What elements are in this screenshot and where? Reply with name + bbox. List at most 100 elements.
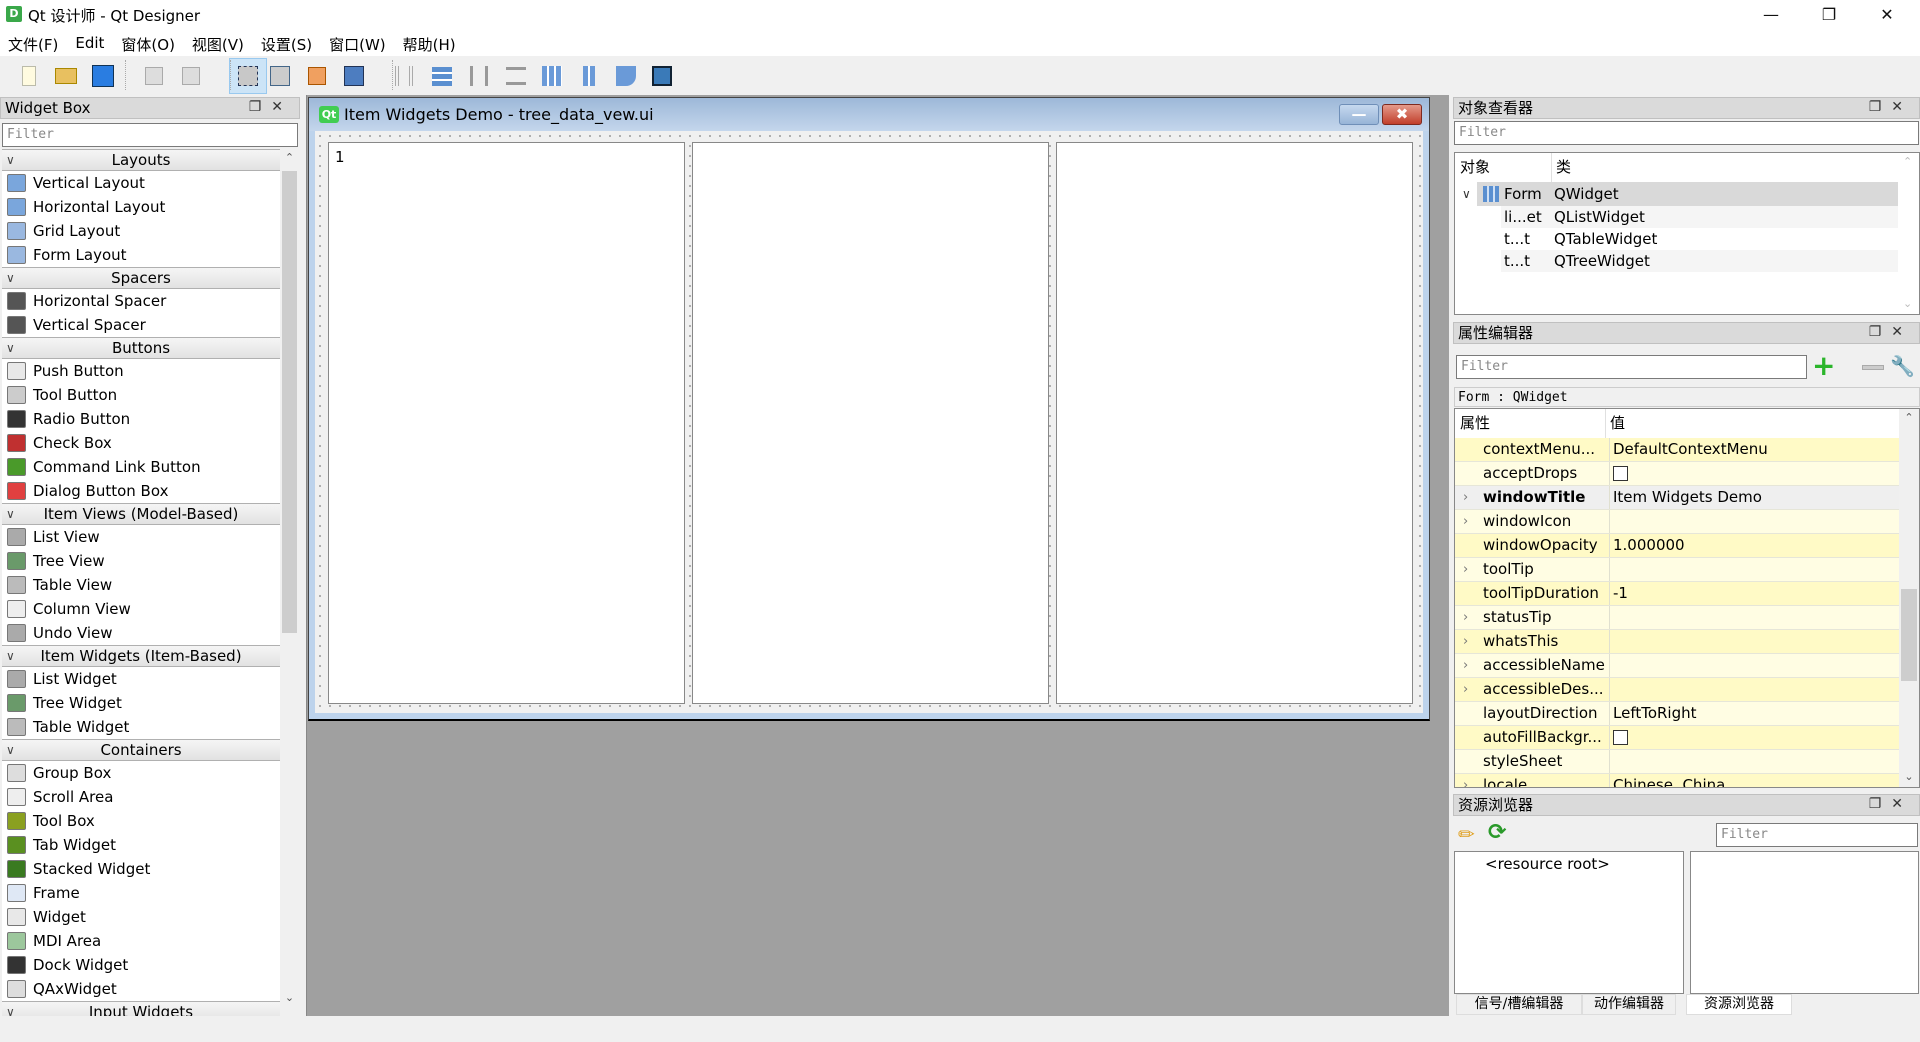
widget-item[interactable]: Dock Widget — [2, 953, 280, 977]
float-icon[interactable]: ❐ — [1869, 324, 1892, 340]
chevron-right-icon[interactable]: › — [1463, 774, 1468, 787]
widget-item[interactable]: QAxWidget — [2, 977, 280, 1001]
widget-box-scrollbar[interactable]: ⌃ ⌄ — [280, 149, 299, 1016]
widget-item[interactable]: Vertical Layout — [2, 171, 280, 195]
remove-property-icon[interactable] — [1862, 365, 1884, 370]
form-title-bar[interactable]: Qt Item Widgets Demo - tree_data_vew.ui … — [309, 98, 1429, 131]
property-value[interactable] — [1609, 726, 1899, 749]
minimize-icon[interactable]: — — [1748, 0, 1794, 29]
widget-item[interactable]: Horizontal Spacer — [2, 289, 280, 313]
widget-item[interactable]: MDI Area — [2, 929, 280, 953]
widget-item[interactable]: Tab Widget — [2, 833, 280, 857]
menu-item[interactable]: Edit — [75, 29, 112, 56]
float-icon[interactable]: ❐ — [1869, 796, 1892, 812]
widget-box-filter-input[interactable]: Filter — [2, 123, 298, 147]
widget-item[interactable]: Undo View — [2, 621, 280, 645]
chevron-right-icon[interactable]: › — [1463, 558, 1468, 581]
widget-item[interactable]: Tree View — [2, 549, 280, 573]
open-button[interactable] — [51, 61, 81, 91]
close-icon[interactable]: ✕ — [1891, 99, 1913, 115]
property-value[interactable] — [1609, 750, 1899, 773]
property-value[interactable]: 1.000000 — [1609, 534, 1899, 557]
col-property[interactable]: 属性 — [1460, 409, 1490, 438]
widget-item[interactable]: Scroll Area — [2, 785, 280, 809]
widget-category-header[interactable]: ∨ Containers — [2, 739, 280, 761]
table-widget[interactable] — [692, 142, 1049, 704]
widget-item[interactable]: Command Link Button — [2, 455, 280, 479]
menu-item[interactable]: 帮助(H) — [403, 29, 464, 56]
form-window[interactable]: Qt Item Widgets Demo - tree_data_vew.ui … — [308, 97, 1430, 721]
property-row[interactable]: styleSheet — [1455, 750, 1899, 774]
property-value[interactable] — [1609, 510, 1899, 533]
widget-category-header[interactable]: ∨ Item Widgets (Item-Based) — [2, 645, 280, 667]
property-row[interactable]: › accessibleDes... — [1455, 678, 1899, 702]
widget-item[interactable]: Grid Layout — [2, 219, 280, 243]
widget-category-header[interactable]: ∨ Buttons — [2, 337, 280, 359]
property-row[interactable]: › accessibleName — [1455, 654, 1899, 678]
chevron-right-icon[interactable]: › — [1463, 486, 1468, 509]
widget-item[interactable]: Check Box — [2, 431, 280, 455]
widget-category-header[interactable]: ∨ Spacers — [2, 267, 280, 289]
property-row[interactable]: › windowTitle Item Widgets Demo — [1455, 486, 1899, 510]
configure-icon[interactable]: 🔧 — [1890, 354, 1915, 378]
property-row[interactable]: windowOpacity 1.000000 — [1455, 534, 1899, 558]
property-value[interactable] — [1609, 678, 1899, 701]
layout-vertical-splitter-button[interactable] — [501, 61, 531, 91]
property-row[interactable]: › whatsThis — [1455, 630, 1899, 654]
property-value[interactable] — [1609, 606, 1899, 629]
widget-item[interactable]: Column View — [2, 597, 280, 621]
tab-signal-slot-editor[interactable]: 信号/槽编辑器 — [1456, 994, 1582, 1015]
widget-item[interactable]: Stacked Widget — [2, 857, 280, 881]
edit-resources-icon[interactable]: ✏ — [1458, 822, 1475, 846]
save-button[interactable] — [88, 61, 118, 91]
property-row[interactable]: toolTipDuration -1 — [1455, 582, 1899, 606]
edit-tab-order-button[interactable] — [339, 61, 369, 91]
menu-item[interactable]: 窗体(O) — [121, 29, 183, 56]
object-tree-row[interactable]: t...t QTableWidget — [1455, 228, 1898, 250]
float-icon[interactable]: ❐ — [1869, 99, 1892, 115]
checkbox[interactable] — [1613, 730, 1628, 745]
add-dynamic-property-icon[interactable]: + — [1812, 352, 1835, 380]
float-icon[interactable]: ❐ — [249, 99, 272, 115]
widget-item[interactable]: Vertical Spacer — [2, 313, 280, 337]
widget-category-header[interactable]: ∨ Input Widgets — [2, 1001, 280, 1016]
layout-vertical-button[interactable] — [427, 61, 457, 91]
widget-category-header[interactable]: ∨ Item Views (Model-Based) — [2, 503, 280, 525]
property-value[interactable] — [1609, 558, 1899, 581]
adjust-size-button[interactable] — [647, 61, 677, 91]
property-row[interactable]: › toolTip — [1455, 558, 1899, 582]
menu-item[interactable]: 视图(V) — [192, 29, 252, 56]
tree-widget[interactable] — [1056, 142, 1413, 704]
property-value[interactable]: DefaultContextMenu — [1609, 438, 1899, 461]
col-value[interactable]: 值 — [1605, 409, 1625, 438]
edit-widgets-button[interactable] — [229, 58, 267, 94]
property-value[interactable]: -1 — [1609, 582, 1899, 605]
property-row[interactable]: layoutDirection LeftToRight — [1455, 702, 1899, 726]
property-row[interactable]: › windowIcon — [1455, 510, 1899, 534]
widget-category-header[interactable]: ∨ Layouts — [2, 149, 280, 171]
layout-grid-button[interactable] — [537, 61, 567, 91]
reload-icon[interactable]: ⟳ — [1488, 820, 1506, 845]
property-value[interactable]: LeftToRight — [1609, 702, 1899, 725]
checkbox[interactable] — [1613, 466, 1628, 481]
widget-item[interactable]: Push Button — [2, 359, 280, 383]
property-value[interactable]: Item Widgets Demo — [1609, 486, 1899, 509]
resource-filter-input[interactable]: Filter — [1716, 823, 1918, 847]
close-icon[interactable]: ✕ — [271, 99, 293, 115]
close-icon[interactable]: ✕ — [1891, 796, 1913, 812]
send-to-back-button[interactable] — [139, 61, 169, 91]
col-object[interactable]: 对象 — [1460, 153, 1490, 182]
list-item[interactable]: 1 — [335, 148, 345, 166]
scroll-down-icon[interactable]: ⌄ — [280, 991, 299, 1004]
chevron-right-icon[interactable]: › — [1463, 678, 1468, 701]
scroll-up-icon[interactable]: ⌃ — [1899, 411, 1919, 424]
property-row[interactable]: › statusTip — [1455, 606, 1899, 630]
chevron-down-icon[interactable]: ∨ — [1462, 182, 1471, 206]
chevron-right-icon[interactable]: › — [1463, 630, 1468, 653]
scrollbar-thumb[interactable] — [1901, 589, 1917, 681]
property-value[interactable] — [1609, 630, 1899, 653]
widget-item[interactable]: Tree Widget — [2, 691, 280, 715]
widget-item[interactable]: Table Widget — [2, 715, 280, 739]
tab-action-editor[interactable]: 动作编辑器 — [1582, 994, 1676, 1015]
new-button[interactable] — [14, 61, 44, 91]
